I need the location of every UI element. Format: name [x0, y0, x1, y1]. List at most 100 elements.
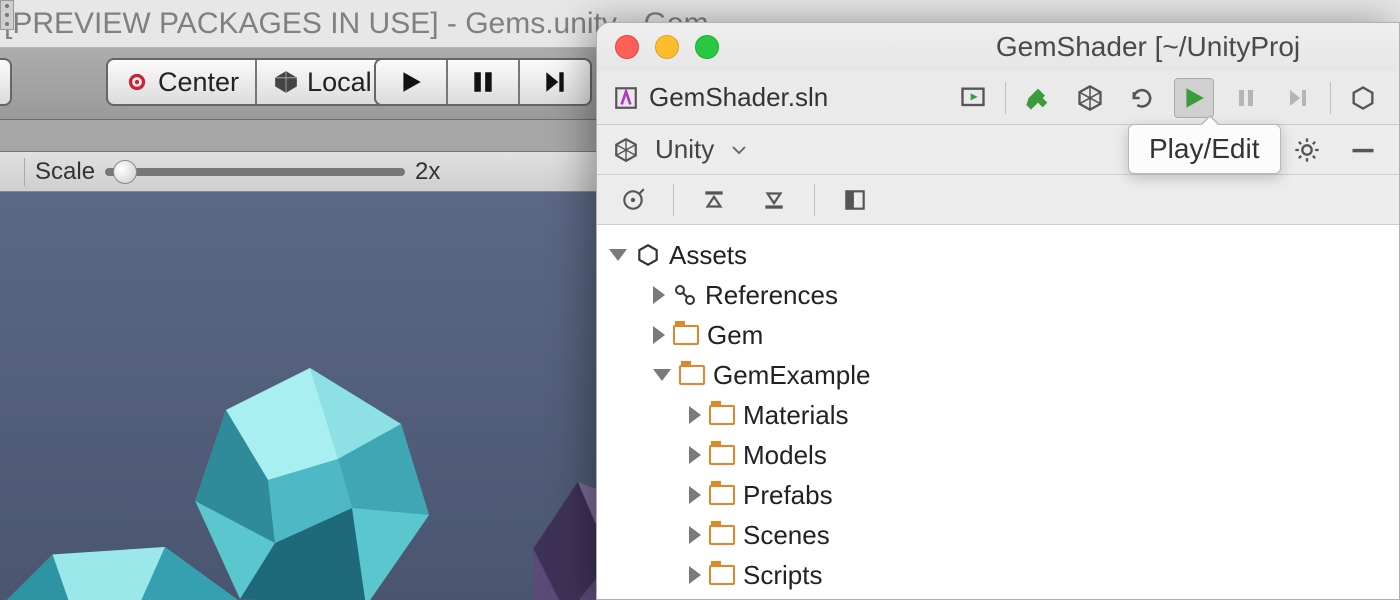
folder-icon — [709, 405, 735, 425]
center-button[interactable]: Center — [108, 60, 255, 104]
playback-controls — [374, 58, 592, 106]
show-properties-button[interactable] — [835, 180, 875, 220]
tree-label: Models — [743, 440, 827, 471]
tree-node-scenes[interactable]: Scenes — [597, 515, 1399, 555]
tree-label: Gem — [707, 320, 763, 351]
expand-arrow-icon[interactable] — [653, 286, 665, 304]
target-icon — [620, 187, 646, 213]
rider-tree-toolbar — [597, 175, 1399, 225]
play-edit-button[interactable] — [1174, 78, 1214, 118]
coord-buttons: Center Local — [106, 58, 390, 106]
solution-tree[interactable]: Assets References Gem GemExample Materia… — [597, 225, 1399, 600]
rider-title-bar[interactable]: GemShader [~/UnityProj — [597, 23, 1399, 71]
folder-icon — [673, 325, 699, 345]
slider-thumb[interactable] — [113, 160, 137, 184]
references-icon — [673, 283, 697, 307]
folder-icon — [709, 525, 735, 545]
settings-button[interactable] — [1287, 130, 1327, 170]
scale-slider[interactable] — [105, 168, 405, 176]
collapse-all-button[interactable] — [694, 180, 734, 220]
gear-icon — [1293, 136, 1321, 164]
local-icon — [273, 69, 299, 95]
unity-icon — [613, 137, 639, 163]
unity-cube-icon — [635, 242, 661, 268]
window-controls — [615, 35, 719, 59]
expand-arrow-icon[interactable] — [653, 326, 665, 344]
play-edit-tooltip: Play/Edit — [1128, 124, 1281, 174]
folder-icon — [709, 565, 735, 585]
pause-icon — [1234, 86, 1258, 110]
tree-label: GemExample — [713, 360, 871, 391]
rider-main-toolbar: GemShader.sln — [597, 71, 1399, 125]
expand-all-button[interactable] — [754, 180, 794, 220]
select-run-config-button[interactable] — [953, 78, 993, 118]
expand-arrow-icon[interactable] — [689, 446, 701, 464]
expand-arrow-icon[interactable] — [653, 369, 671, 381]
local-button[interactable]: Local — [255, 60, 388, 104]
pause-debug-button[interactable] — [1226, 78, 1266, 118]
expand-arrow-icon[interactable] — [689, 486, 701, 504]
solution-selector[interactable]: GemShader.sln — [613, 82, 828, 113]
gem-render-2 — [0, 522, 270, 600]
play-button[interactable] — [376, 60, 446, 104]
expand-arrow-icon[interactable] — [689, 566, 701, 584]
solution-name: GemShader.sln — [649, 82, 828, 113]
folder-icon — [679, 365, 705, 385]
rider-window: GemShader [~/UnityProj GemShader.sln — [596, 22, 1400, 600]
tree-label: Assets — [669, 240, 747, 271]
folder-icon — [709, 485, 735, 505]
run-config-icon — [959, 84, 987, 112]
tree-node-gemexample[interactable]: GemExample — [597, 355, 1399, 395]
center-icon — [124, 69, 150, 95]
expand-arrow-icon[interactable] — [689, 526, 701, 544]
play-icon — [398, 69, 424, 95]
tree-label: References — [705, 280, 838, 311]
unity-icon — [1076, 84, 1104, 112]
run-config-name[interactable]: Unity — [655, 134, 714, 165]
tree-node-references[interactable]: References — [597, 275, 1399, 315]
tree-label: Scripts — [743, 560, 822, 591]
tree-node-gem[interactable]: Gem — [597, 315, 1399, 355]
scale-label: Scale — [35, 158, 95, 186]
expand-arrow-icon[interactable] — [689, 406, 701, 424]
solution-icon — [613, 85, 639, 111]
search-everywhere-button[interactable] — [1343, 78, 1383, 118]
step-debug-button[interactable] — [1278, 78, 1318, 118]
tree-node-prefabs[interactable]: Prefabs — [597, 475, 1399, 515]
scale-value: 2x — [415, 158, 440, 186]
minimize-window-button[interactable] — [655, 35, 679, 59]
chevron-down-icon[interactable] — [730, 141, 748, 159]
pause-icon — [470, 69, 496, 95]
attach-unity-button[interactable] — [1070, 78, 1110, 118]
collapse-up-icon — [701, 187, 727, 213]
tree-label: Prefabs — [743, 480, 833, 511]
step-icon — [1286, 86, 1310, 110]
tree-node-materials[interactable]: Materials — [597, 395, 1399, 435]
zoom-window-button[interactable] — [695, 35, 719, 59]
properties-icon — [842, 187, 868, 213]
folder-icon — [709, 445, 735, 465]
build-button[interactable] — [1018, 78, 1058, 118]
pause-button[interactable] — [446, 60, 518, 104]
step-button[interactable] — [518, 60, 590, 104]
run-icon — [1181, 85, 1207, 111]
pivot-button[interactable]: Pivot — [0, 58, 12, 106]
close-window-button[interactable] — [615, 35, 639, 59]
minimize-icon — [1349, 136, 1377, 164]
refresh-button[interactable] — [1122, 78, 1162, 118]
scroll-from-source-button[interactable] — [613, 180, 653, 220]
tree-node-assets[interactable]: Assets — [597, 235, 1399, 275]
local-label: Local — [307, 67, 372, 98]
step-icon — [542, 69, 568, 95]
tree-label: Scenes — [743, 520, 830, 551]
hammer-icon — [1024, 84, 1052, 112]
expand-arrow-icon[interactable] — [609, 249, 627, 261]
tree-node-models[interactable]: Models — [597, 435, 1399, 475]
resize-handle-icon[interactable] — [0, 0, 14, 30]
center-label: Center — [158, 67, 239, 98]
tree-node-scripts[interactable]: Scripts — [597, 555, 1399, 595]
refresh-icon — [1128, 84, 1156, 112]
expand-down-icon — [761, 187, 787, 213]
tree-label: Materials — [743, 400, 848, 431]
hide-panel-button[interactable] — [1343, 130, 1383, 170]
